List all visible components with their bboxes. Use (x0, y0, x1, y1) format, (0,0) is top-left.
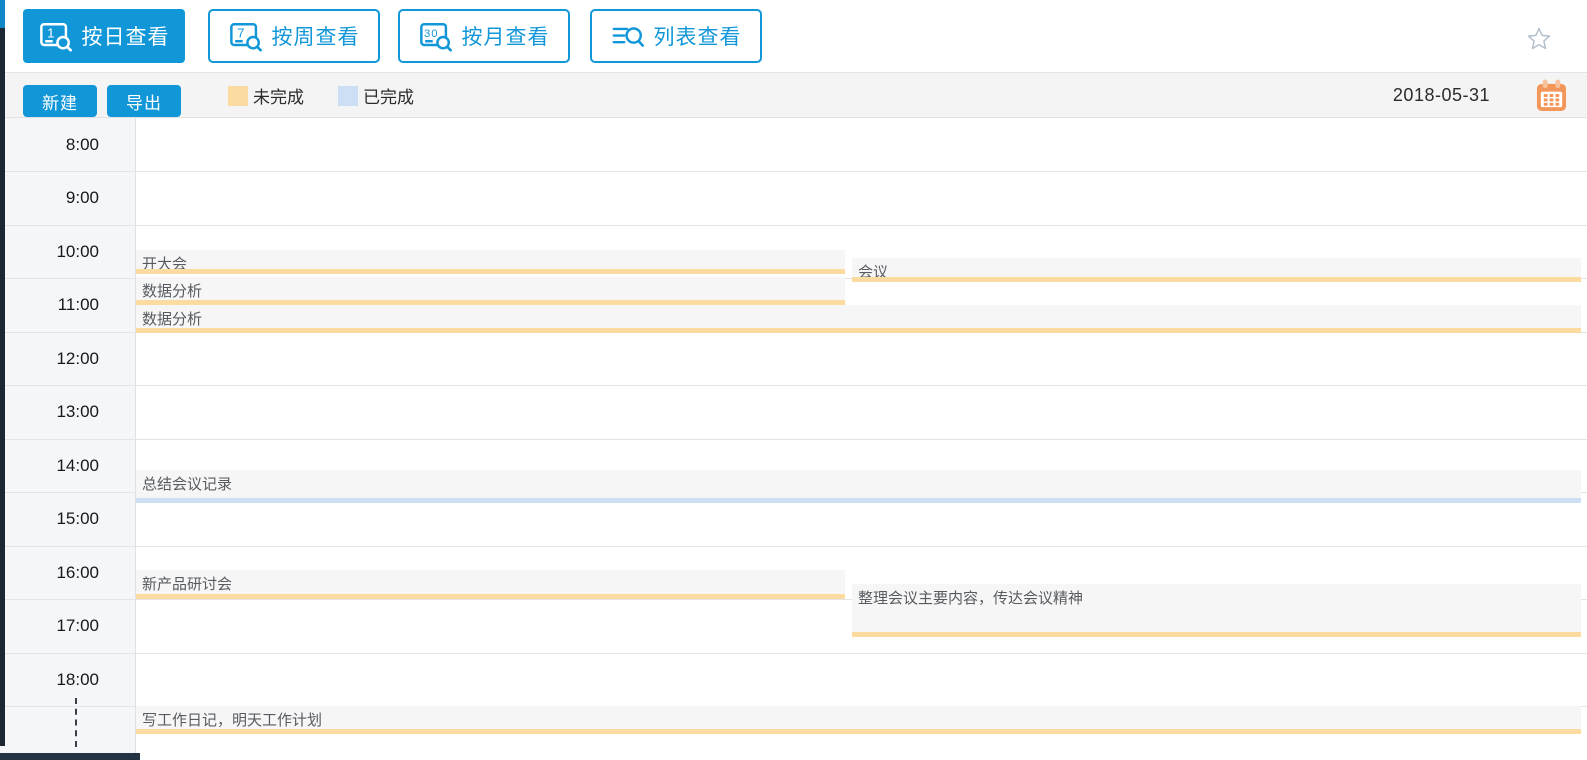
view-week-button[interactable]: 7 按周查看 (208, 9, 380, 63)
event-block[interactable]: 整理会议主要内容，传达会议精神 (852, 584, 1581, 637)
done-color-swatch (338, 85, 358, 106)
svg-text:30: 30 (424, 27, 439, 39)
drag-cursor-indicator (75, 698, 77, 747)
event-block[interactable]: 开大会 (136, 250, 845, 274)
event-block[interactable]: 数据分析 (136, 305, 1581, 333)
day-schedule-grid[interactable]: 8:00 9:00 10:00 11:00 12:00 13:00 14:00 15:00 16… (0, 118, 1587, 760)
schedule-app: 1 按日查看 7 按周查看 30 按月查看 列表查看 新建 导出 未完成 已完成… (0, 0, 1587, 760)
legend-pending-label: 未完成 (253, 88, 304, 107)
svg-text:7: 7 (237, 25, 245, 40)
date-picker-calendar-icon[interactable] (1535, 78, 1568, 114)
time-label: 12:00 (56, 348, 99, 368)
calendar-day-search-icon: 1 (39, 22, 72, 52)
time-label: 17:00 (56, 616, 99, 635)
time-label: 16:00 (56, 562, 99, 582)
event-block[interactable]: 会议 (852, 258, 1581, 282)
time-label: 11:00 (57, 295, 99, 314)
time-label: 10:00 (56, 241, 99, 261)
time-label: 13:00 (56, 402, 99, 421)
view-button-label: 列表查看 (653, 26, 742, 49)
gridline (0, 171, 1587, 172)
time-label: 18:00 (56, 669, 99, 689)
event-block[interactable]: 新产品研讨会 (136, 570, 845, 599)
legend-pending: 未完成 (228, 73, 304, 118)
window-edge-accent (0, 0, 5, 28)
action-toolbar: 新建 导出 未完成 已完成 2018-05-31 (0, 73, 1587, 118)
time-label: 15:00 (56, 509, 99, 528)
time-label: 14:00 (56, 455, 99, 475)
view-button-label: 按月查看 (461, 26, 550, 49)
calendar-month-search-icon: 30 (419, 22, 452, 52)
legend-done: 已完成 (338, 73, 414, 118)
view-toolbar: 1 按日查看 7 按周查看 30 按月查看 列表查看 (0, 0, 1587, 73)
window-edge-bottom (0, 753, 140, 760)
time-column (0, 118, 136, 753)
view-day-button[interactable]: 1 按日查看 (23, 9, 185, 63)
export-button[interactable]: 导出 (107, 85, 181, 117)
new-button[interactable]: 新建 (23, 85, 97, 117)
gridline (0, 545, 1587, 547)
pending-color-swatch (228, 85, 248, 106)
event-block[interactable]: 数据分析 (136, 277, 845, 305)
gridline (0, 385, 1587, 386)
svg-text:1: 1 (47, 25, 55, 40)
list-search-icon (612, 26, 644, 47)
time-label: 8:00 (65, 134, 99, 154)
gridline (0, 438, 1587, 440)
view-button-label: 按周查看 (271, 26, 360, 49)
calendar-week-search-icon: 7 (229, 22, 262, 52)
legend-done-label: 已完成 (363, 88, 414, 107)
event-block[interactable]: 总结会议记录 (136, 470, 1581, 503)
view-list-button[interactable]: 列表查看 (590, 9, 762, 63)
current-date: 2018-05-31 (1392, 85, 1490, 105)
time-label: 9:00 (65, 188, 99, 207)
view-button-label: 按日查看 (81, 26, 170, 49)
star-outline-icon[interactable] (1527, 27, 1551, 50)
event-block[interactable]: 写工作日记，明天工作计划 (136, 706, 1581, 734)
view-month-button[interactable]: 30 按月查看 (398, 9, 570, 63)
gridline (0, 224, 1587, 226)
window-edge (0, 0, 5, 746)
gridline (0, 652, 1587, 654)
